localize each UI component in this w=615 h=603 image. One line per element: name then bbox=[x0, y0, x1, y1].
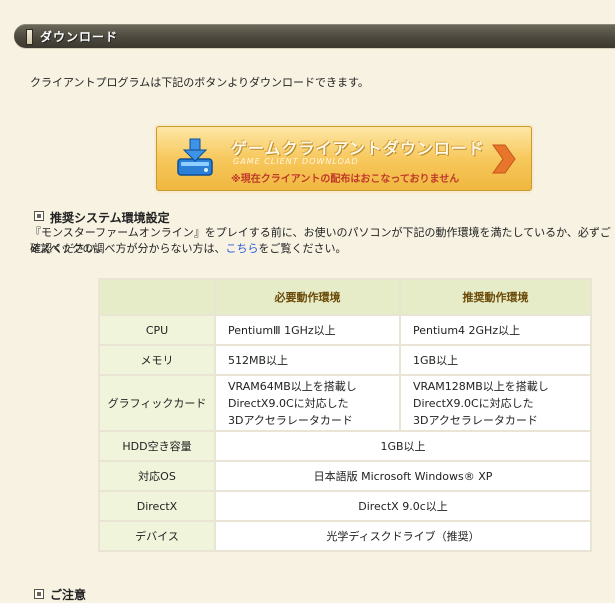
hdd-value: 1GB以上 bbox=[216, 432, 590, 460]
spec-help-link[interactable]: こちら bbox=[225, 242, 258, 255]
section-header-bar: ダウンロード bbox=[14, 24, 615, 48]
system-requirements-title: 推奨システム環境設定 bbox=[50, 211, 170, 225]
graphics-required: VRAM64MB以上を搭載し DirectX9.0Cに対応した 3Dアクセラレー… bbox=[216, 376, 399, 430]
section-bullet-icon bbox=[34, 211, 44, 221]
table-row-os: 対応OS 日本語版 Microsoft Windows® XP bbox=[100, 462, 590, 490]
table-row-memory: メモリ 512MB以上 1GB以上 bbox=[100, 346, 590, 374]
header-marker-icon bbox=[26, 29, 33, 45]
cpu-required: PentiumⅢ 1GHz以上 bbox=[216, 316, 399, 344]
intro-text: クライアントプログラムは下記のボタンよりダウンロードできます。 bbox=[30, 76, 369, 89]
download-drive-icon bbox=[177, 138, 213, 176]
table-header-row: 必要動作環境 推奨動作環境 bbox=[100, 280, 590, 314]
download-button-sublabel: GAME CLIENT DOWNLOAD bbox=[233, 157, 359, 166]
chevron-right-icon bbox=[492, 144, 516, 174]
row-label: 対応OS bbox=[100, 462, 214, 490]
row-label: デバイス bbox=[100, 522, 214, 550]
row-label: HDD空き容量 bbox=[100, 432, 214, 460]
memory-recommended: 1GB以上 bbox=[401, 346, 590, 374]
table-row-graphics: グラフィックカード VRAM64MB以上を搭載し DirectX9.0Cに対応し… bbox=[100, 376, 590, 430]
cpu-recommended: Pentium4 2GHz以上 bbox=[401, 316, 590, 344]
table-row-hdd: HDD空き容量 1GB以上 bbox=[100, 432, 590, 460]
table-header-blank bbox=[100, 280, 214, 314]
column-header-recommended: 推奨動作環境 bbox=[401, 280, 590, 314]
section-bullet-icon bbox=[34, 589, 44, 599]
column-header-required: 必要動作環境 bbox=[216, 280, 399, 314]
notes-section-title: ご注意 bbox=[50, 588, 87, 602]
row-label: DirectX bbox=[100, 492, 214, 520]
device-value: 光学ディスクドライブ（推奨） bbox=[216, 522, 590, 550]
row-label: メモリ bbox=[100, 346, 214, 374]
row-label: グラフィックカード bbox=[100, 376, 214, 430]
game-client-download-button[interactable]: ゲームクライアントダウンロード GAME CLIENT DOWNLOAD ※現在… bbox=[156, 126, 532, 191]
graphics-recommended: VRAM128MB以上を搭載し DirectX9.0Cに対応した 3Dアクセラレ… bbox=[401, 376, 590, 430]
download-page: ダウンロード クライアントプログラムは下記のボタンよりダウンロードできます。 ゲ… bbox=[0, 0, 615, 602]
directx-value: DirectX 9.0c以上 bbox=[216, 492, 590, 520]
table-row-cpu: CPU PentiumⅢ 1GHz以上 Pentium4 2GHz以上 bbox=[100, 316, 590, 344]
spec-help-text: ※スペックの調べ方が分からない方は、こちらをご覧ください。 bbox=[30, 242, 347, 255]
memory-required: 512MB以上 bbox=[216, 346, 399, 374]
download-unavailable-notice: ※現在クライアントの配布はおこなっておりません bbox=[231, 174, 460, 185]
os-value: 日本語版 Microsoft Windows® XP bbox=[216, 462, 590, 490]
system-requirements-table: 必要動作環境 推奨動作環境 CPU PentiumⅢ 1GHz以上 Pentiu… bbox=[98, 278, 592, 552]
table-row-directx: DirectX DirectX 9.0c以上 bbox=[100, 492, 590, 520]
table-row-device: デバイス 光学ディスクドライブ（推奨） bbox=[100, 522, 590, 550]
row-label: CPU bbox=[100, 316, 214, 344]
download-button-label: ゲームクライアントダウンロード bbox=[231, 139, 485, 158]
page-title: ダウンロード bbox=[40, 30, 119, 44]
